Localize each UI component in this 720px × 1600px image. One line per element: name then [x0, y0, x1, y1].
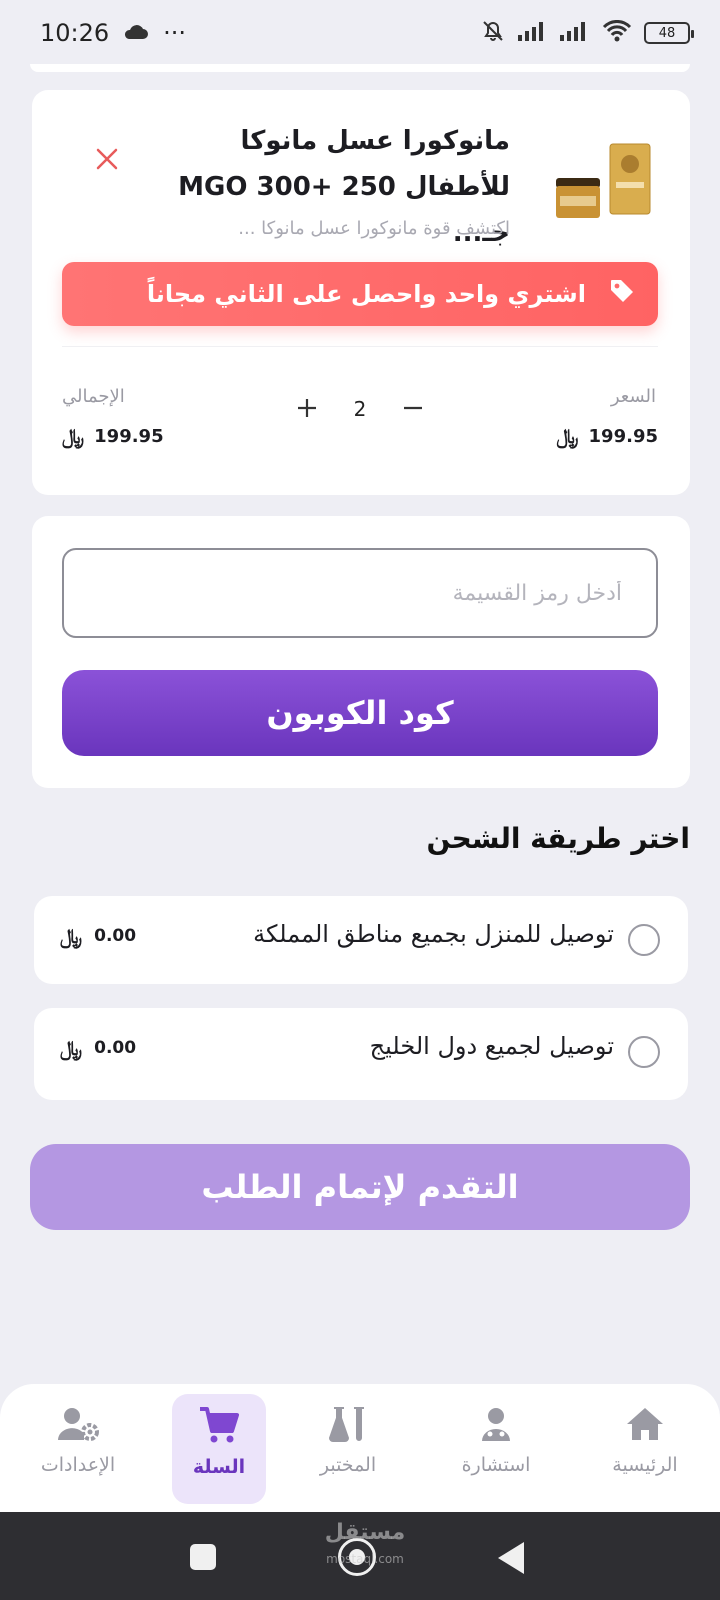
close-icon [95, 147, 119, 175]
riyal-icon: ﷼ [60, 924, 83, 948]
shipping-price-value: 0.00 [94, 926, 137, 946]
plus-icon [296, 392, 318, 427]
shipping-option-price: ﷼ 0.00 [60, 1036, 136, 1060]
recent-apps-button[interactable] [190, 1544, 216, 1570]
shipping-title: اختر طريقة الشحن [426, 822, 690, 855]
nav-item-lab[interactable]: المختبر [288, 1394, 408, 1504]
price-label: السعر [610, 386, 656, 407]
total-label: الإجمالي [62, 386, 125, 407]
cart-item-card: مانوكورا عسل مانوكا للأطفال 250 +MGO 300… [32, 90, 690, 495]
battery-icon: 48 [644, 22, 694, 44]
apply-coupon-button[interactable]: كود الكوبون [62, 670, 658, 756]
nav-label: الإعدادات [40, 1454, 116, 1476]
status-more: ··· [163, 19, 187, 47]
promo-banner: اشتري واحد واحصل على الثاني مجاناً [62, 262, 658, 326]
riyal-icon: ﷼ [60, 1036, 83, 1060]
signal-icon [518, 21, 548, 45]
shipping-option-gulf[interactable]: توصيل لجميع دول الخليج ﷼ 0.00 [34, 1008, 688, 1100]
shipping-option-home[interactable]: توصيل للمنزل بجميع مناطق المملكة ﷼ 0.00 [34, 896, 688, 984]
shipping-option-label: توصيل لجميع دول الخليج [369, 1032, 614, 1060]
shipping-option-label: توصيل للمنزل بجميع مناطق المملكة [253, 920, 614, 948]
status-bar: 10:26 ··· 48 [0, 0, 720, 66]
watermark-sub: mostaql.com [326, 1552, 404, 1566]
nav-item-home[interactable]: الرئيسية [585, 1394, 705, 1504]
back-button[interactable] [498, 1542, 524, 1574]
minus-icon [402, 392, 424, 427]
promo-text: اشتري واحد واحصل على الثاني مجاناً [146, 280, 586, 308]
nav-label: الرئيسية [612, 1454, 678, 1476]
quantity-stepper: 2 [290, 386, 430, 432]
flask-icon [328, 1406, 368, 1446]
status-right: 48 [480, 18, 694, 48]
total-price-value: 199.95 [94, 425, 164, 447]
cloud-icon [123, 19, 149, 47]
radio-button[interactable] [628, 1036, 660, 1068]
mute-bell-icon [480, 18, 506, 48]
wifi-icon [602, 20, 632, 46]
bottom-nav: الرئيسية استشارة المختبر السلة الإعدادات [0, 1384, 720, 1512]
shipping-option-price: ﷼ 0.00 [60, 924, 136, 948]
quantity-value: 2 [353, 397, 367, 421]
decrease-quantity-button[interactable] [396, 392, 430, 426]
signal-icon [560, 21, 590, 45]
coupon-input[interactable] [62, 548, 658, 638]
riyal-icon: ﷼ [62, 424, 85, 448]
radio-button[interactable] [628, 924, 660, 956]
home-icon [625, 1406, 665, 1446]
nav-item-settings[interactable]: الإعدادات [18, 1394, 138, 1504]
tag-icon [608, 277, 636, 311]
total-price: ﷼ 199.95 [62, 424, 164, 448]
product-subtitle: اكتشف قوة مانوكورا عسل مانوكا ... [238, 218, 510, 239]
product-image [552, 142, 652, 222]
user-settings-icon [56, 1406, 100, 1446]
remove-item-button[interactable] [90, 144, 124, 178]
watermark: مستقل mostaql.com [300, 1520, 430, 1572]
watermark-text: مستقل [324, 1520, 406, 1545]
riyal-icon: ﷼ [556, 424, 579, 448]
unit-price-value: 199.95 [588, 425, 658, 447]
nav-item-consultation[interactable]: استشارة [436, 1394, 556, 1504]
divider [62, 346, 658, 347]
previous-card-edge [30, 64, 690, 72]
doctor-icon [478, 1406, 514, 1446]
shipping-price-value: 0.00 [94, 1038, 137, 1058]
unit-price: ﷼ 199.95 [556, 424, 658, 448]
nav-label: استشارة [461, 1454, 531, 1476]
nav-label: السلة [192, 1456, 246, 1478]
coupon-card: كود الكوبون [32, 516, 690, 788]
nav-label: المختبر [319, 1454, 377, 1476]
nav-item-cart[interactable]: السلة [172, 1394, 266, 1504]
increase-quantity-button[interactable] [290, 392, 324, 426]
checkout-button[interactable]: التقدم لإتمام الطلب [30, 1144, 690, 1230]
status-time: 10:26 [40, 19, 110, 47]
cart-icon [198, 1406, 240, 1448]
status-left: 10:26 ··· [40, 19, 186, 47]
